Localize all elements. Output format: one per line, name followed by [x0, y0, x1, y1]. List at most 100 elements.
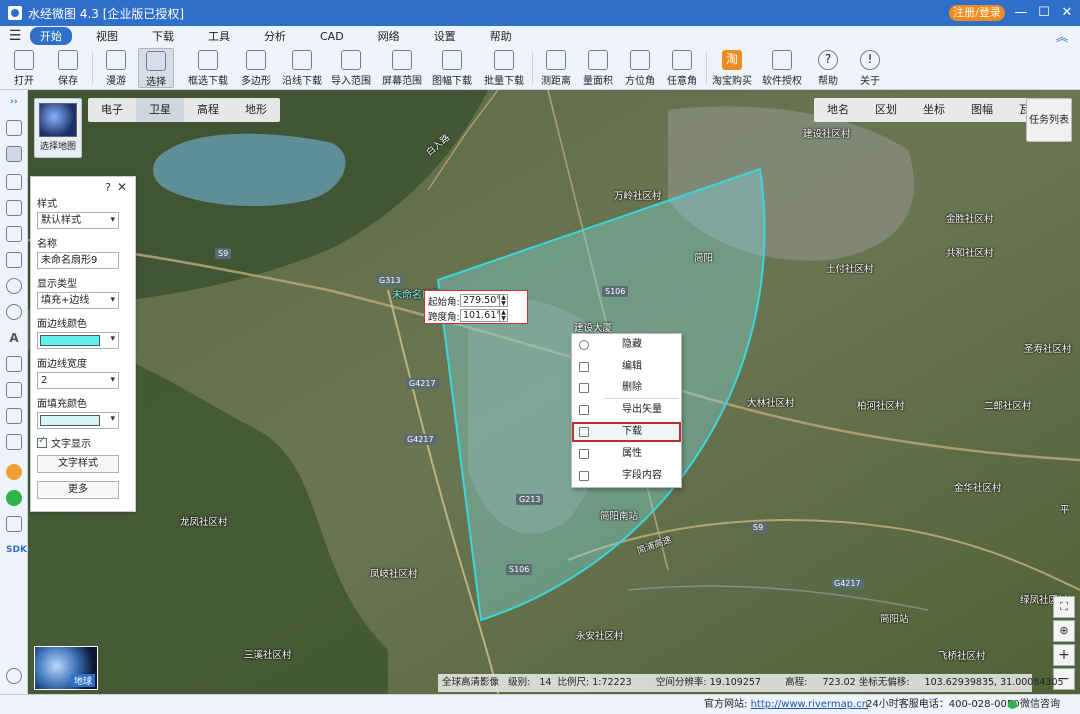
zoom-in-button[interactable]: + — [1053, 644, 1075, 666]
help-icon[interactable] — [6, 668, 22, 684]
menu-settings[interactable]: 设置 — [424, 27, 466, 45]
menu-help[interactable]: 帮助 — [480, 27, 522, 45]
locate-button[interactable]: ⊕ — [1053, 620, 1075, 642]
tab-place-names[interactable]: 地名 — [814, 98, 862, 122]
link-icon[interactable] — [6, 490, 22, 506]
polyline-icon[interactable] — [6, 200, 22, 216]
fill-color-picker[interactable] — [37, 412, 119, 429]
menu-tools[interactable]: 工具 — [198, 27, 240, 45]
menu-item-properties[interactable]: 属性 — [572, 444, 681, 464]
menu-item-export-vector[interactable]: 导出矢量 — [572, 400, 681, 420]
measure-area-button[interactable]: 量面积 — [580, 48, 616, 88]
edge-color-picker[interactable] — [37, 332, 119, 349]
close-button[interactable]: ✕ — [1057, 3, 1077, 23]
map-view[interactable]: 电子 卫星 高程 地形 地名 区划 坐标 图幅 瓦片 选择地图 任务列表 建设社… — [28, 90, 1080, 694]
status-bar: 官方网站: http://www.rivermap.cn 24小时客服电话：40… — [0, 694, 1080, 714]
span-angle-spinner[interactable]: ▲ ▼ — [500, 309, 508, 322]
tab-terrain[interactable]: 地形 — [232, 98, 280, 122]
table-icon[interactable] — [6, 382, 22, 398]
close-icon[interactable]: ✕ — [117, 180, 127, 194]
maximize-button[interactable]: ☐ — [1034, 3, 1054, 23]
style-select[interactable]: 默认样式 — [37, 212, 119, 229]
sector-icon[interactable] — [6, 304, 22, 320]
batch-download-button[interactable]: 批量下载 — [482, 48, 526, 88]
website-link[interactable]: http://www.rivermap.cn — [751, 699, 869, 710]
measure-icon[interactable] — [6, 408, 22, 424]
about-button[interactable]: ! 关于 — [854, 48, 886, 88]
import-range-icon — [341, 50, 361, 70]
line-download-icon — [292, 50, 312, 70]
select-button[interactable]: 选择 — [138, 48, 174, 88]
menu-cad[interactable]: CAD — [310, 29, 354, 44]
line-download-button[interactable]: 沿线下载 — [280, 48, 324, 88]
cursor-icon[interactable] — [6, 146, 22, 162]
star-icon[interactable] — [6, 174, 22, 190]
any-angle-button[interactable]: 任意角 — [664, 48, 700, 88]
menu-network[interactable]: 网络 — [368, 27, 410, 45]
edge-width-select[interactable]: 2 — [37, 372, 119, 389]
sdk-icon[interactable]: SDK — [6, 542, 27, 558]
menu-view[interactable]: 视图 — [86, 27, 128, 45]
save-button[interactable]: 保存 — [50, 48, 86, 88]
start-angle-input[interactable]: 279.50° — [460, 294, 501, 307]
menu-item-field-content[interactable]: 字段内容 — [572, 466, 681, 486]
more-tools-icon[interactable]: ›› — [6, 94, 22, 110]
wechat-button[interactable]: 微信咨询 — [1008, 695, 1060, 714]
menu-item-download[interactable]: 下载 — [572, 422, 681, 442]
plugin-icon[interactable] — [6, 464, 22, 480]
span-angle-input[interactable]: 101.61° — [460, 309, 501, 322]
start-angle-spinner[interactable]: ▲ ▼ — [500, 294, 508, 307]
menu-item-edit[interactable]: 编辑 — [572, 357, 681, 377]
help-icon[interactable]: ? — [105, 181, 111, 194]
text-icon[interactable]: A — [6, 330, 22, 346]
task-list-button[interactable]: 任务列表 — [1026, 98, 1072, 142]
more-button[interactable]: 更多 — [37, 481, 119, 499]
menu-analysis[interactable]: 分析 — [254, 27, 296, 45]
minimize-button[interactable]: — — [1011, 3, 1031, 23]
left-tool-strip: ›› A SDK — [0, 90, 28, 694]
hamburger-icon[interactable]: ☰ — [0, 28, 30, 44]
phone-icon[interactable] — [6, 516, 22, 532]
layer-icon[interactable] — [6, 356, 22, 372]
hand-icon[interactable] — [6, 120, 22, 136]
screen-range-button[interactable]: 屏幕范围 — [380, 48, 424, 88]
fill-color-label: 面填充颜色 — [37, 399, 87, 410]
rectangle-icon[interactable] — [6, 252, 22, 268]
taobao-buy-button[interactable]: 淘淘宝购买 — [710, 48, 754, 88]
chevron-up-icon[interactable]: ︽ — [1056, 28, 1068, 45]
place-label: 金华社区村 — [954, 483, 1002, 494]
circle-icon[interactable] — [6, 278, 22, 294]
tab-sheets[interactable]: 图幅 — [958, 98, 1006, 122]
menu-item-hide[interactable]: 隐藏 — [572, 335, 681, 355]
elevation-icon[interactable] — [6, 434, 22, 450]
text-display-checkbox[interactable] — [37, 435, 47, 448]
name-field[interactable]: 未命名扇形9 — [37, 252, 119, 269]
open-button[interactable]: 打开 — [6, 48, 42, 88]
box-download-button[interactable]: 框选下载 — [186, 48, 230, 88]
menu-download[interactable]: 下载 — [142, 27, 184, 45]
tab-coordinates[interactable]: 坐标 — [910, 98, 958, 122]
measure-distance-button[interactable]: 测距离 — [538, 48, 574, 88]
menu-item-delete[interactable]: 删除 — [572, 378, 681, 398]
taobao-icon: 淘 — [722, 50, 742, 70]
globe-button[interactable]: 地球 — [34, 646, 98, 690]
fullscreen-button[interactable]: ⛶ — [1053, 596, 1075, 618]
sheet-download-button[interactable]: 图幅下载 — [430, 48, 474, 88]
help-button[interactable]: ? 帮助 — [812, 48, 844, 88]
text-style-button[interactable]: 文字样式 — [37, 455, 119, 473]
import-range-button[interactable]: 导入范围 — [328, 48, 374, 88]
login-button[interactable]: 注册/登录 — [949, 5, 1005, 21]
polygon-button[interactable]: 多边形 — [236, 48, 276, 88]
select-map-button[interactable]: 选择地图 — [34, 98, 82, 158]
azimuth-button[interactable]: 方位角 — [622, 48, 658, 88]
tab-divisions[interactable]: 区划 — [862, 98, 910, 122]
display-type-select[interactable]: 填充+边线 — [37, 292, 119, 309]
tab-satellite[interactable]: 卫星 — [136, 98, 184, 122]
polygon-icon[interactable] — [6, 226, 22, 242]
tab-elevation[interactable]: 高程 — [184, 98, 232, 122]
tab-electronic[interactable]: 电子 — [88, 98, 136, 122]
menu-start[interactable]: 开始 — [30, 27, 72, 45]
text-display-toggle[interactable]: 文字显示 — [37, 435, 129, 450]
license-button[interactable]: 软件授权 — [760, 48, 804, 88]
pan-button[interactable]: 漫游 — [98, 48, 134, 88]
